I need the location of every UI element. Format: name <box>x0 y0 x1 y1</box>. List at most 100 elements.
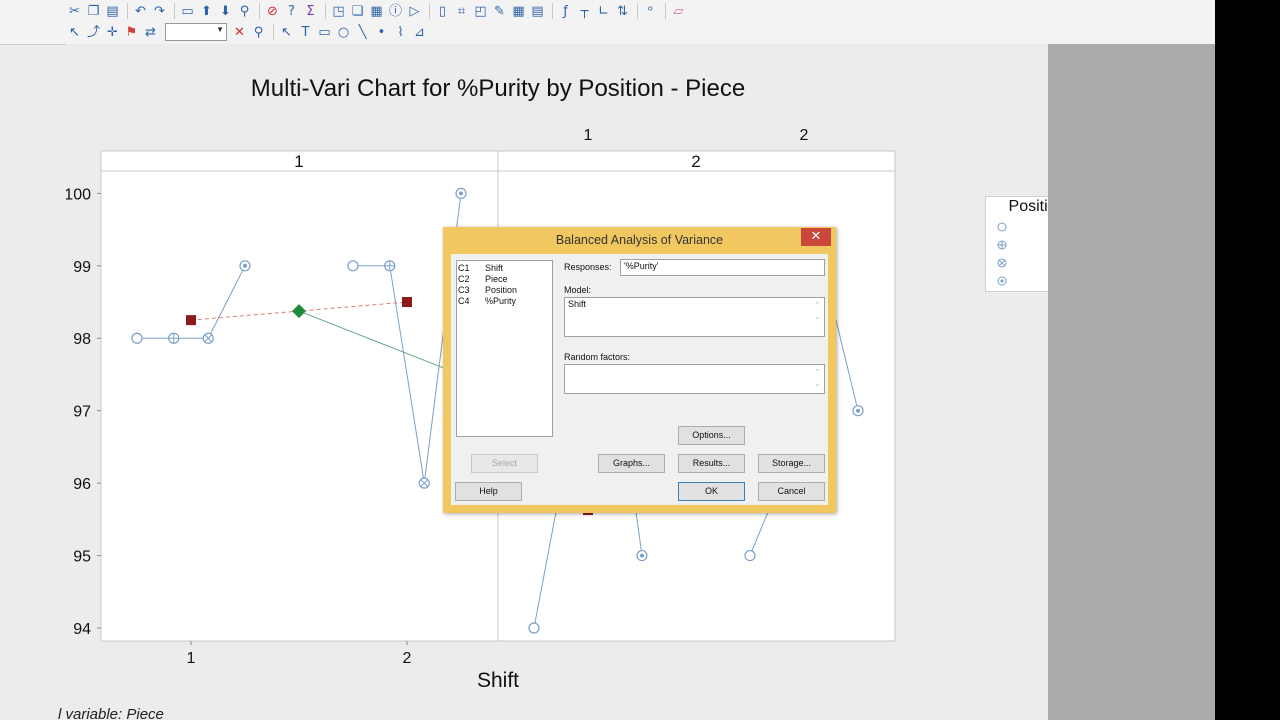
brush-icon[interactable]: ᵒ <box>642 3 659 20</box>
responses-label: Responses: <box>564 262 612 272</box>
cancel-icon[interactable]: ⊘ <box>264 3 281 20</box>
x-tick-label: 1 <box>187 650 196 667</box>
layout-icon[interactable]: ▦ <box>368 3 385 20</box>
zoom-icon[interactable]: ⚲ <box>250 24 267 41</box>
eraser-icon[interactable]: ▱ <box>670 3 687 20</box>
responses-field[interactable]: '%Purity' <box>620 259 825 276</box>
resize-icon[interactable]: ◰ <box>472 3 489 20</box>
crosshair-icon[interactable]: ✛ <box>104 24 121 41</box>
toolbar-separator <box>325 3 326 19</box>
toolbar-separator <box>127 3 128 19</box>
window-icon[interactable]: ▭ <box>179 3 196 20</box>
shift-mean-marker <box>186 315 196 326</box>
random-factors-label: Random factors: <box>564 352 631 362</box>
paste-icon[interactable]: ▤ <box>104 3 121 20</box>
sigma-icon[interactable]: Σ <box>302 3 319 20</box>
dialog-title: Balanced Analysis of Variance <box>555 233 724 247</box>
tree-icon[interactable]: ┬ <box>576 3 593 20</box>
variable-name: %Purity <box>485 296 517 306</box>
y-tick-label: 94 <box>73 621 91 638</box>
scroll-up-icon[interactable]: ⌃ <box>813 300 822 312</box>
toolbar-separator <box>637 3 638 19</box>
variable-list[interactable]: C1 Shift C2 Piece C3 Position C4 %Purity <box>456 260 553 437</box>
panel-label: 2 <box>691 152 700 171</box>
toolbar-separator <box>174 3 175 19</box>
axis-icon[interactable]: ∟ <box>595 3 612 20</box>
position-2-marker <box>384 260 396 272</box>
y-tick-label: 99 <box>73 259 91 276</box>
polyline-icon[interactable]: ⌇ <box>392 24 409 41</box>
close-icon[interactable]: ✕ <box>801 228 831 246</box>
info-icon[interactable]: ⓘ <box>387 3 404 20</box>
help-button[interactable]: Help <box>455 482 522 501</box>
scroll-up-icon[interactable]: ⌃ <box>813 367 822 379</box>
scroll-down-icon[interactable]: ⌄ <box>813 379 822 391</box>
random-factors-field[interactable]: ⌃ ⌄ <box>564 364 825 394</box>
y-tick-label: 96 <box>73 476 91 493</box>
dot-icon[interactable]: • <box>373 24 390 41</box>
circle-icon[interactable]: ○ <box>335 24 352 41</box>
variable-name: Piece <box>485 274 508 284</box>
sheet-icon[interactable]: ▯ <box>434 3 451 20</box>
model-field[interactable]: Shift ⌃ ⌄ <box>564 297 825 337</box>
top-tick-label: 2 <box>800 127 809 144</box>
toolbar-separator <box>273 24 274 40</box>
rect-icon[interactable]: ▭ <box>316 24 333 41</box>
crop-icon[interactable]: ⌗ <box>453 3 470 20</box>
ok-button[interactable]: OK <box>678 482 745 501</box>
results-button[interactable]: Results... <box>678 454 745 473</box>
scroll-arrows[interactable]: ⌃ ⌄ <box>813 300 822 324</box>
arrow-up-icon[interactable]: ⬆ <box>198 3 215 20</box>
chart-title: Multi-Vari Chart for %Purity by Position… <box>251 75 745 102</box>
position-4-marker <box>852 405 864 417</box>
toolbar-separator <box>429 3 430 19</box>
swap-icon[interactable]: ⇄ <box>142 24 159 41</box>
arrow-down-icon[interactable]: ⬇ <box>217 3 234 20</box>
legend-symbol <box>997 222 1007 232</box>
legend-symbol <box>997 276 1007 286</box>
link-icon[interactable]: ⤴ <box>85 24 102 41</box>
storage-button[interactable]: Storage... <box>758 454 825 473</box>
position-1-marker <box>347 260 359 272</box>
graphs-button[interactable]: Graphs... <box>598 454 665 473</box>
balanced-anova-dialog[interactable]: Balanced Analysis of Variance ✕ C1 Shift C… <box>443 227 836 513</box>
next-icon[interactable]: ▷ <box>406 3 423 20</box>
flag-icon[interactable]: ⚑ <box>123 24 140 41</box>
cut-icon[interactable]: ✂ <box>66 3 83 20</box>
y-tick-label: 98 <box>73 331 91 348</box>
cancel-button[interactable]: Cancel <box>758 482 825 501</box>
copy-icon[interactable]: ❐ <box>85 3 102 20</box>
options-button[interactable]: Options... <box>678 426 745 445</box>
edit-icon[interactable]: ✎ <box>491 3 508 20</box>
graph-icon[interactable]: ◳ <box>330 3 347 20</box>
scale-icon[interactable]: ⇅ <box>614 3 631 20</box>
report-icon[interactable]: ▤ <box>529 3 546 20</box>
shift-mean-marker <box>402 297 412 308</box>
table-icon[interactable]: ▦ <box>510 3 527 20</box>
pointer-icon[interactable]: ↖ <box>278 24 295 41</box>
legend-symbol <box>997 240 1007 250</box>
variable-code: C1 <box>458 263 470 273</box>
polygon-icon[interactable]: ⊿ <box>411 24 428 41</box>
workspace-background <box>1048 44 1215 720</box>
select-button[interactable]: Select <box>471 454 538 473</box>
help-icon[interactable]: ? <box>283 3 300 20</box>
find-icon[interactable]: ⚲ <box>236 3 253 20</box>
undo-icon[interactable]: ↶ <box>132 3 149 20</box>
tile-icon[interactable]: ❏ <box>349 3 366 20</box>
dialog-body: C1 Shift C2 Piece C3 Position C4 %Purity Respon… <box>451 254 828 505</box>
position-1-marker <box>131 332 143 344</box>
fx-icon[interactable]: ƒ <box>557 3 574 20</box>
x-tick-label: 2 <box>403 650 412 667</box>
delete-icon[interactable]: ✕ <box>231 24 248 41</box>
top-tick-label: 1 <box>584 127 593 144</box>
scroll-arrows[interactable]: ⌃ ⌄ <box>813 367 822 391</box>
line-icon[interactable]: ╲ <box>354 24 371 41</box>
position-1-marker <box>744 549 756 562</box>
scroll-down-icon[interactable]: ⌄ <box>813 312 822 324</box>
redo-icon[interactable]: ↷ <box>151 3 168 20</box>
y-tick-label: 97 <box>73 404 91 421</box>
select-icon[interactable]: ↖ <box>66 24 83 41</box>
toolbar-dropdown[interactable] <box>165 23 227 41</box>
text-icon[interactable]: T <box>297 24 314 41</box>
